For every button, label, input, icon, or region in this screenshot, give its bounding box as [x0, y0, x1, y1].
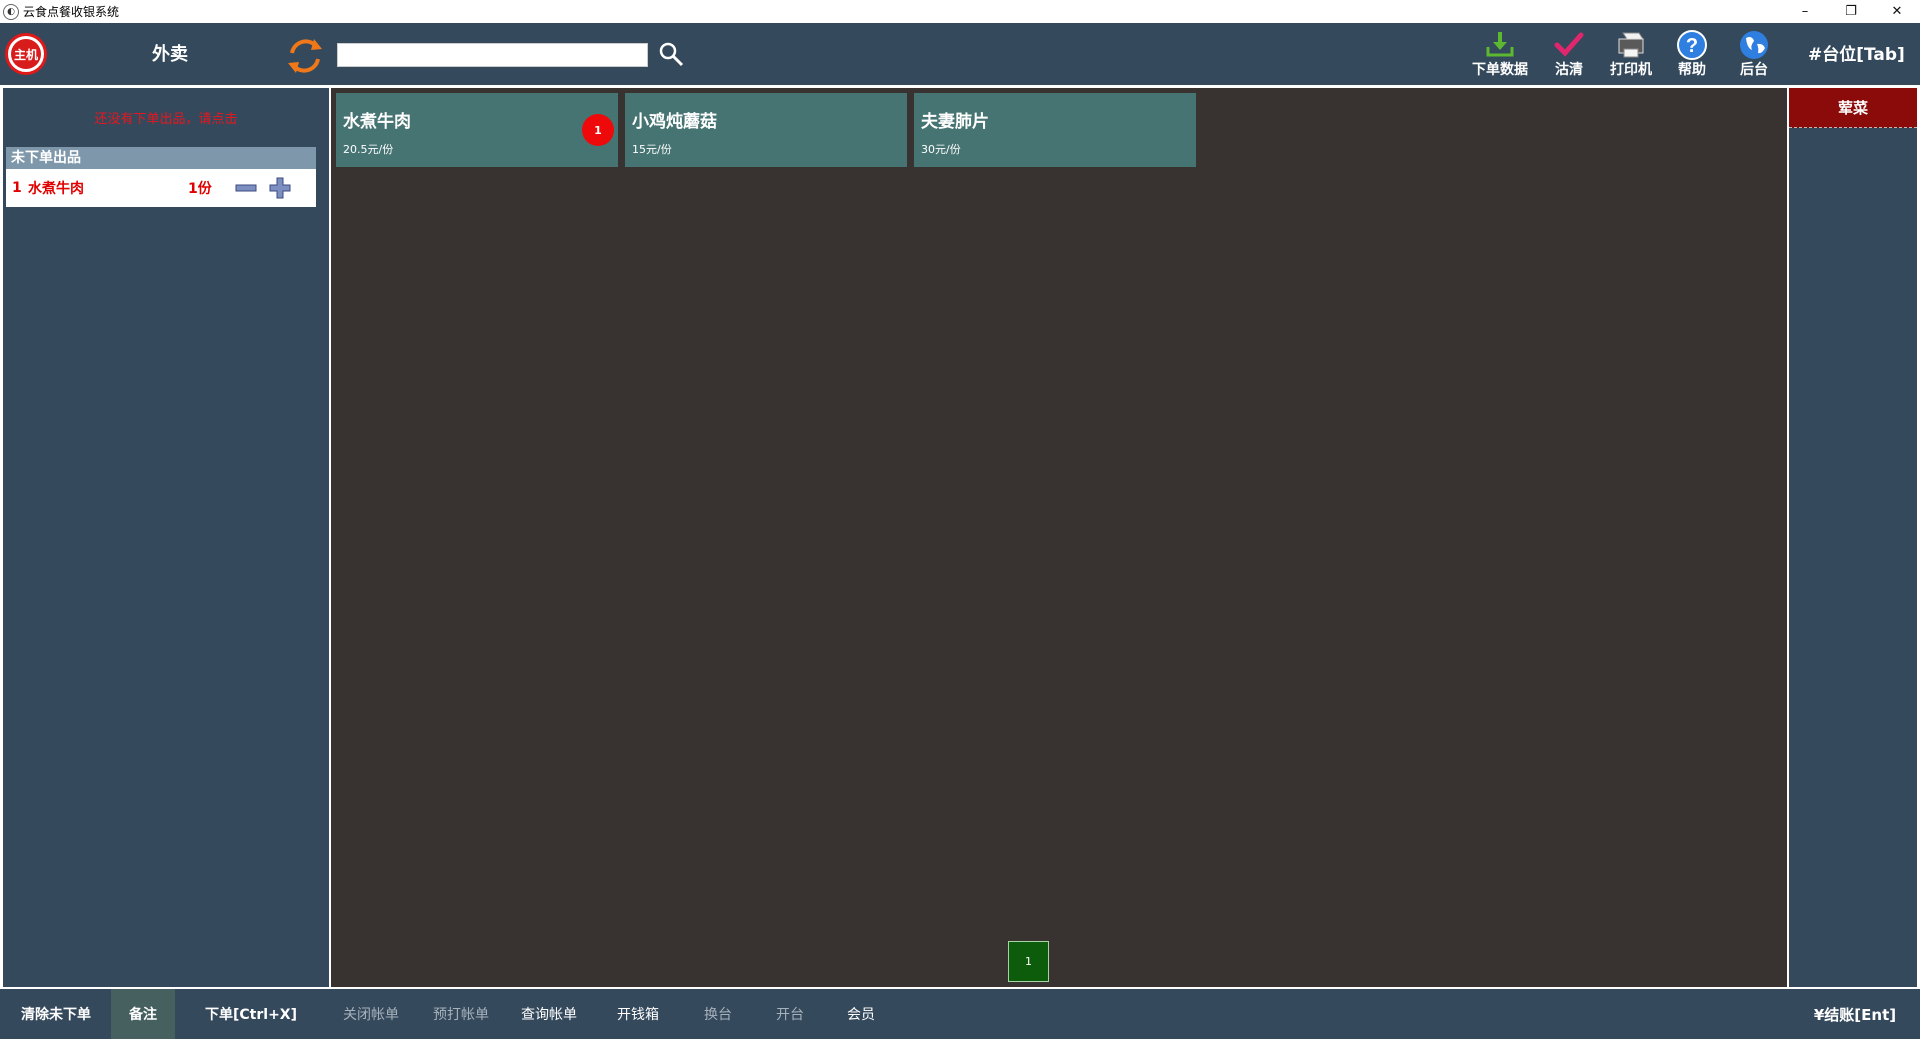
search-input[interactable]: [337, 43, 648, 67]
top-toolbar: 主机 外卖 下单数据 沽清 打印机 ? 帮助 后台 #台位[Tab]: [0, 23, 1920, 85]
window-controls: – ❐ ✕: [1782, 0, 1920, 23]
dish-card[interactable]: 夫妻肺片 30元/份: [914, 93, 1196, 167]
clear-pending-button[interactable]: 清除未下单: [8, 989, 104, 1039]
printer-label: 打印机: [1610, 62, 1652, 78]
dish-name: 夫妻肺片: [921, 112, 989, 132]
dish-price: 20.5元/份: [343, 143, 394, 156]
backend-label: 后台: [1740, 62, 1768, 78]
minimize-icon[interactable]: –: [1782, 0, 1828, 23]
dish-count-badge: 1: [582, 114, 614, 146]
dish-card[interactable]: 小鸡炖蘑菇 15元/份: [625, 93, 907, 167]
query-bill-button[interactable]: 查询帐单: [511, 989, 587, 1039]
close-bill-button[interactable]: 关闭帐单: [333, 989, 409, 1039]
backend-button[interactable]: 后台: [1722, 27, 1786, 81]
host-logo-text: 主机: [11, 39, 41, 69]
pending-item-index: 1: [12, 180, 22, 196]
host-logo: 主机: [5, 33, 47, 75]
refresh-icon[interactable]: [284, 35, 326, 77]
pending-item-name: 水煮牛肉: [28, 181, 84, 197]
help-icon: ?: [1677, 30, 1707, 60]
svg-text:?: ?: [1686, 35, 1698, 57]
bottom-action-bar: 清除未下单 备注 下单[Ctrl+X] 关闭帐单 预打帐单 查询帐单 开钱箱 换…: [0, 989, 1920, 1039]
plus-icon[interactable]: [268, 176, 292, 200]
search-icon[interactable]: [657, 40, 685, 68]
sold-out-label: 沽清: [1555, 62, 1583, 78]
dish-price: 15元/份: [632, 143, 672, 156]
checkout-button[interactable]: ¥结账[Ent]: [1800, 989, 1910, 1039]
window-title: 云食点餐收银系统: [23, 5, 120, 19]
app-icon: ◐: [3, 3, 19, 20]
page-button[interactable]: 1: [1008, 941, 1049, 982]
dish-grid: 水煮牛肉 20.5元/份 1 小鸡炖蘑菇 15元/份 夫妻肺片 30元/份 1: [331, 88, 1787, 987]
open-cashbox-button[interactable]: 开钱箱: [604, 989, 672, 1039]
restore-icon[interactable]: ❐: [1828, 0, 1874, 23]
pending-item-qty: 1份: [188, 181, 212, 197]
printer-button[interactable]: 打印机: [1599, 27, 1663, 81]
category-tab-meat[interactable]: 荤菜: [1789, 88, 1917, 128]
help-label: 帮助: [1678, 62, 1706, 78]
dish-card[interactable]: 水煮牛肉 20.5元/份 1: [336, 93, 618, 167]
dish-price: 30元/份: [921, 143, 961, 156]
window-titlebar: ◐ 云食点餐收银系统 – ❐ ✕: [0, 0, 1920, 23]
change-table-button[interactable]: 换台: [692, 989, 744, 1039]
download-icon: [1486, 32, 1514, 57]
mode-label[interactable]: 外卖: [152, 40, 188, 66]
member-button[interactable]: 会员: [835, 989, 887, 1039]
pending-items-header: 未下单出品: [6, 147, 316, 169]
order-data-label: 下单数据: [1472, 62, 1528, 78]
open-table-button[interactable]: 开台: [764, 989, 816, 1039]
place-order-button[interactable]: 下单[Ctrl+X]: [196, 989, 306, 1039]
pending-order-panel: 还没有下单出品，请点击 未下单出品 1 水煮牛肉 1份: [3, 88, 329, 987]
printer-icon: [1618, 32, 1644, 58]
dish-name: 小鸡炖蘑菇: [632, 112, 717, 132]
help-button[interactable]: ? 帮助: [1660, 27, 1724, 81]
remark-button[interactable]: 备注: [111, 989, 175, 1039]
table-tab-button[interactable]: #台位[Tab]: [1808, 40, 1905, 65]
globe-icon: [1740, 31, 1768, 59]
category-panel: 荤菜: [1789, 88, 1917, 987]
pending-item-row[interactable]: 1 水煮牛肉 1份: [6, 169, 316, 207]
checkmark-icon: [1554, 32, 1584, 57]
no-order-message: 还没有下单出品，请点击: [94, 112, 238, 127]
preprint-bill-button[interactable]: 预打帐单: [423, 989, 499, 1039]
order-data-button[interactable]: 下单数据: [1468, 27, 1532, 81]
close-icon[interactable]: ✕: [1874, 0, 1920, 23]
dish-name: 水煮牛肉: [343, 112, 411, 132]
sold-out-button[interactable]: 沽清: [1537, 27, 1601, 81]
minus-icon[interactable]: [234, 176, 258, 200]
